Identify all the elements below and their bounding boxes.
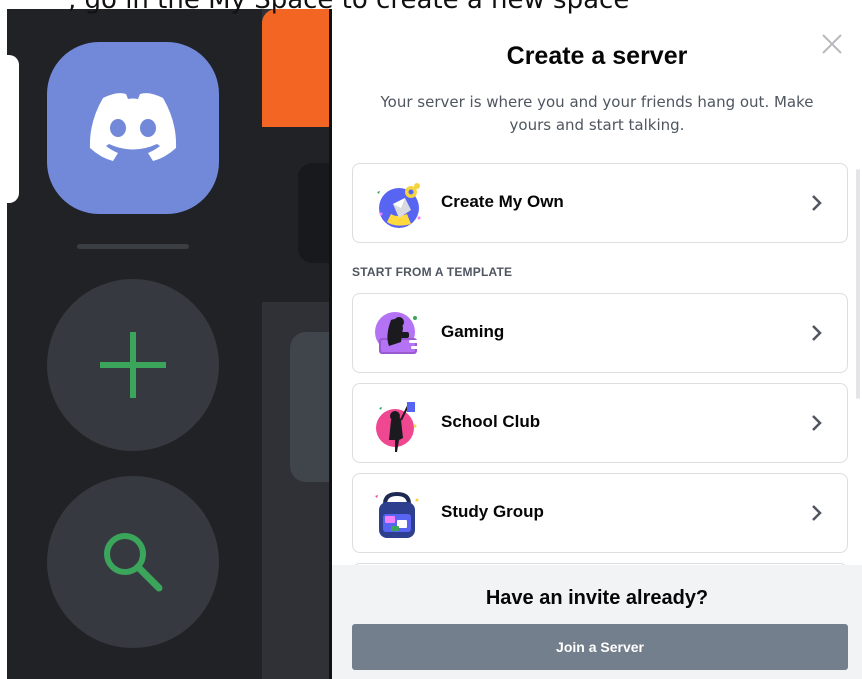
option-label: Study Group <box>441 502 544 521</box>
plus-icon <box>100 332 166 398</box>
option-label: Create My Own <box>441 192 564 211</box>
invite-heading: Have an invite already? <box>485 587 709 609</box>
search-icon <box>104 533 163 592</box>
modal-subtitle: Your server is where you and your friend… <box>380 93 814 134</box>
modal-footer: Have an invite already? Join a Server <box>332 565 862 679</box>
template-option-study-group[interactable]: Study Group <box>352 473 848 553</box>
join-server-button[interactable]: Join a Server <box>352 624 848 670</box>
scrollbar[interactable] <box>856 169 860 399</box>
option-label: School Club <box>441 412 541 431</box>
channel-item-fragment <box>298 163 332 263</box>
rail-divider <box>77 244 189 249</box>
template-list[interactable]: Create My Own START FROM A TEMPLATE Gami… <box>352 163 850 565</box>
create-server-illustration-icon <box>377 183 421 228</box>
modal-title: Create a server <box>506 42 688 70</box>
chevron-right-icon <box>812 505 822 521</box>
gaming-illustration-icon <box>375 312 419 354</box>
channel-list-fragment <box>262 127 332 302</box>
option-label: Gaming <box>441 322 505 341</box>
server-banner-fragment <box>262 9 332 127</box>
school-club-illustration-icon <box>376 402 417 452</box>
discord-logo-icon <box>89 93 177 161</box>
discord-home-button[interactable] <box>47 42 219 214</box>
add-server-button[interactable] <box>47 279 219 451</box>
channel-item-fragment <box>290 332 332 482</box>
template-option-school-club[interactable]: School Club <box>352 383 848 463</box>
chevron-right-icon <box>812 325 822 341</box>
top-caption: , go in the My Space to create a new spa… <box>0 0 862 14</box>
create-server-modal: Create a server Your server is where you… <box>332 9 862 679</box>
server-rail <box>7 9 262 679</box>
explore-servers-button[interactable] <box>47 476 219 648</box>
template-section-label: START FROM A TEMPLATE <box>352 265 513 279</box>
selected-server-indicator <box>7 55 19 203</box>
chevron-right-icon <box>812 415 822 431</box>
study-group-illustration-icon <box>375 491 419 538</box>
channel-sidebar-edge <box>262 9 332 679</box>
create-my-own-option[interactable]: Create My Own <box>352 163 848 243</box>
chevron-right-icon <box>812 195 822 211</box>
template-option-gaming[interactable]: Gaming <box>352 293 848 373</box>
